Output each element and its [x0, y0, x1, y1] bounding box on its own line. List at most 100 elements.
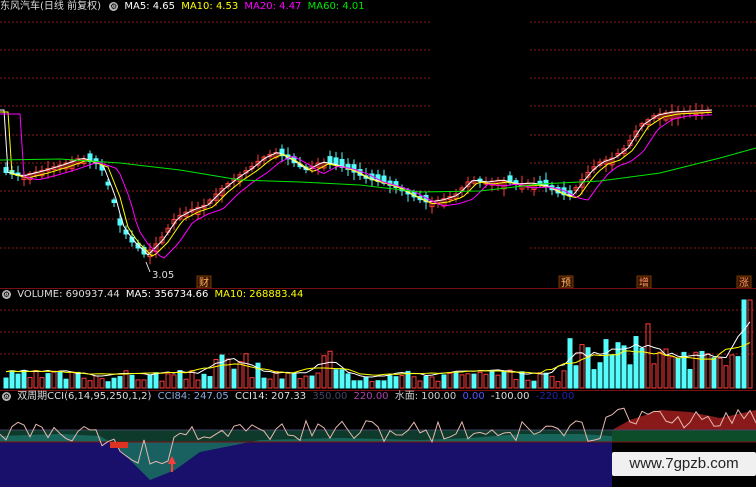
- watermark: www.7gpzb.com: [612, 452, 756, 476]
- settings-icon[interactable]: ⚙: [2, 391, 11, 401]
- cci84-value: CCI84: 247.05: [157, 391, 229, 402]
- cci-low-zone: [0, 442, 612, 487]
- level-neg220: -220.00: [535, 391, 575, 402]
- event-marker: 预: [561, 277, 571, 288]
- volume-bar: [195, 379, 201, 389]
- volume-chart[interactable]: [0, 288, 756, 390]
- volume-bar: [357, 380, 363, 389]
- volume-bar: [399, 375, 405, 389]
- volume-bar: [741, 299, 747, 389]
- volume-bar: [129, 374, 135, 389]
- volume-bar: [207, 376, 213, 389]
- volume-bar: [483, 373, 489, 389]
- vol-ma10-value: MA10: 268883.44: [214, 289, 304, 300]
- volume-bar: [429, 376, 435, 389]
- volume-bar: [237, 361, 243, 389]
- volume-bar: [591, 369, 597, 389]
- volume-bar: [291, 373, 297, 389]
- volume-bar: [531, 380, 537, 389]
- candlestick-chart[interactable]: 3.05 财 预 增 涨: [0, 0, 756, 288]
- volume-bar: [447, 372, 453, 389]
- volume-bar: [609, 354, 615, 389]
- volume-bar: [33, 370, 39, 389]
- volume-legend: ⚙ VOLUME: 690937.44 MA5: 356734.66 MA10:…: [0, 288, 306, 302]
- settings-icon[interactable]: ⚙: [109, 1, 119, 11]
- volume-bar: [231, 368, 237, 389]
- event-marker: 涨: [739, 277, 749, 288]
- volume-bar: [45, 373, 51, 389]
- volume-bar: [585, 347, 591, 389]
- volume-bar: [105, 381, 111, 389]
- volume-bar: [87, 380, 93, 389]
- volume-bar: [279, 378, 285, 389]
- cci14-value: CCI14: 207.33: [234, 391, 307, 402]
- volume-bar: [735, 356, 741, 389]
- volume-bar: [597, 362, 603, 389]
- candle-body: [111, 199, 117, 204]
- volume-bar: [489, 370, 495, 389]
- level-220: 220.00: [353, 391, 389, 402]
- volume-bar: [345, 373, 351, 389]
- volume-bar: [723, 365, 729, 389]
- event-marker: 财: [199, 276, 209, 288]
- volume-bar: [471, 373, 477, 389]
- volume-bar: [21, 369, 27, 389]
- volume-panel[interactable]: ⚙ VOLUME: 690937.44 MA5: 356734.66 MA10:…: [0, 288, 756, 390]
- stock-title[interactable]: 东风汽车(日线 前复权): [0, 1, 101, 12]
- event-marker: 增: [639, 276, 649, 288]
- volume-bar: [537, 372, 543, 389]
- volume-bar: [459, 374, 465, 389]
- volume-bar: [327, 350, 333, 389]
- volume-bar: [561, 370, 567, 389]
- volume-bar: [3, 377, 9, 389]
- cci-legend: ⚙ 双周期CCI(6,14,95,250,1,2) CCI84: 247.05 …: [0, 390, 577, 404]
- volume-bar: [351, 380, 357, 389]
- ma5-value: MA5: 4.65: [124, 1, 176, 12]
- volume-bar: [225, 358, 231, 389]
- volume-bar: [525, 379, 531, 389]
- volume-bar: [501, 370, 507, 389]
- volume-bar: [573, 365, 579, 389]
- volume-bar: [321, 355, 327, 389]
- volume-bar: [267, 378, 273, 389]
- level-350: 350.00: [312, 391, 348, 402]
- volume-bar: [435, 380, 441, 389]
- volume-bar: [333, 369, 339, 389]
- low-price-label: 3.05: [152, 270, 174, 281]
- settings-icon[interactable]: ⚙: [2, 289, 11, 299]
- volume-bar: [51, 370, 57, 389]
- ma60-value: MA60: 4.01: [307, 1, 365, 12]
- volume-bar: [165, 373, 171, 389]
- volume-bar: [69, 371, 75, 389]
- volume-bar: [171, 374, 177, 389]
- volume-bar: [261, 377, 267, 389]
- volume-bar: [315, 372, 321, 389]
- volume-bar: [711, 357, 717, 389]
- volume-bar: [339, 369, 345, 389]
- cci-title: 双周期CCI(6,14,95,250,1,2): [17, 391, 152, 402]
- price-panel[interactable]: 东风汽车(日线 前复权) ⚙ MA5: 4.65 MA10: 4.53 MA20…: [0, 0, 756, 288]
- ma20-value: MA20: 4.47: [244, 1, 302, 12]
- volume-bar: [465, 373, 471, 389]
- volume-bar: [363, 376, 369, 389]
- volume-bar: [183, 378, 189, 389]
- volume-bar: [507, 369, 513, 389]
- volume-bar: [177, 370, 183, 389]
- water-level: 水面: 100.00: [394, 391, 457, 402]
- volume-bar: [63, 378, 69, 389]
- volume-bar: [417, 380, 423, 389]
- volume-bar: [579, 344, 585, 389]
- ma10-value: MA10: 4.53: [181, 1, 239, 12]
- volume-bar: [543, 372, 549, 389]
- volume-bar: [747, 299, 753, 389]
- volume-bar: [381, 380, 387, 389]
- volume-bar: [273, 370, 279, 389]
- volume-bar: [219, 354, 225, 389]
- volume-bar: [81, 377, 87, 389]
- volume-bar: [477, 371, 483, 389]
- volume-bar: [75, 371, 81, 389]
- volume-bar: [309, 375, 315, 389]
- volume-bar: [453, 371, 459, 389]
- volume-bar: [243, 353, 249, 389]
- volume-bar: [135, 379, 141, 389]
